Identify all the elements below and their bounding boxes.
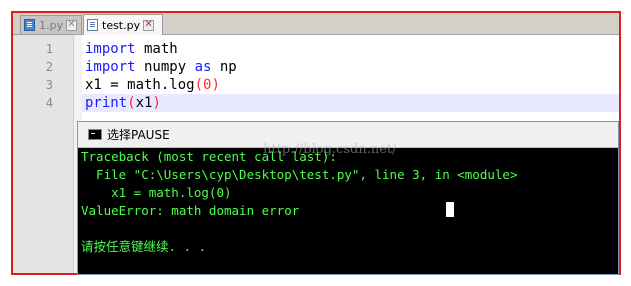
console-output[interactable]: http://blog.csdn.net/ Traceback (most re… <box>78 142 618 274</box>
line-number: 3 <box>45 78 53 92</box>
line-number-gutter: 1 2 3 4 <box>13 35 73 273</box>
python-file-icon <box>24 19 35 31</box>
console-line: ValueError: math domain error <box>81 203 300 218</box>
console-title: 选择PAUSE <box>107 128 170 142</box>
code-token: print <box>85 95 128 111</box>
cmd-icon <box>88 129 102 140</box>
code-token: x1 = math.log <box>85 77 195 93</box>
code-token: ) <box>211 77 220 93</box>
console-line: File "C:\Users\cyp\Desktop\test.py", lin… <box>81 167 518 182</box>
code-token: import <box>85 59 136 75</box>
line-number: 1 <box>45 42 53 56</box>
close-icon[interactable]: ✕ <box>66 19 77 31</box>
python-file-icon <box>87 19 98 31</box>
highlight-frame: 1.py ✕ test.py ✕ 1 2 3 4 import math imp… <box>11 11 621 275</box>
console-line: x1 = math.log(0) <box>81 185 232 200</box>
code-line[interactable]: import numpy as np <box>82 58 619 76</box>
console-line: 请按任意键继续. . . <box>81 239 207 254</box>
console-window[interactable]: 选择PAUSE http://blog.csdn.net/ Traceback … <box>77 121 619 275</box>
code-token: ( <box>127 95 136 111</box>
tab-1-py[interactable]: 1.py ✕ <box>20 15 82 34</box>
tab-test-py[interactable]: test.py ✕ <box>83 14 163 35</box>
console-line: Traceback (most recent call last): <box>81 149 337 164</box>
text-cursor <box>446 202 454 217</box>
code-token: numpy <box>135 59 195 75</box>
tab-bar: 1.py ✕ test.py ✕ <box>13 13 619 35</box>
code-token: as <box>194 59 212 75</box>
code-token: math <box>135 41 178 57</box>
tab-label: test.py <box>102 18 141 32</box>
line-number: 4 <box>45 96 53 110</box>
line-number: 2 <box>45 60 53 74</box>
code-token: ) <box>152 95 161 111</box>
tab-label: 1.py <box>39 18 63 32</box>
code-line[interactable]: import math <box>82 40 619 58</box>
close-icon[interactable]: ✕ <box>143 19 155 31</box>
code-line-current[interactable]: print(x1) <box>82 94 619 112</box>
code-token: x1 <box>135 95 153 111</box>
code-token: import <box>85 41 136 57</box>
code-token: np <box>211 59 237 75</box>
code-token: ( <box>194 77 204 93</box>
code-line[interactable]: x1 = math.log(0) <box>82 76 619 94</box>
